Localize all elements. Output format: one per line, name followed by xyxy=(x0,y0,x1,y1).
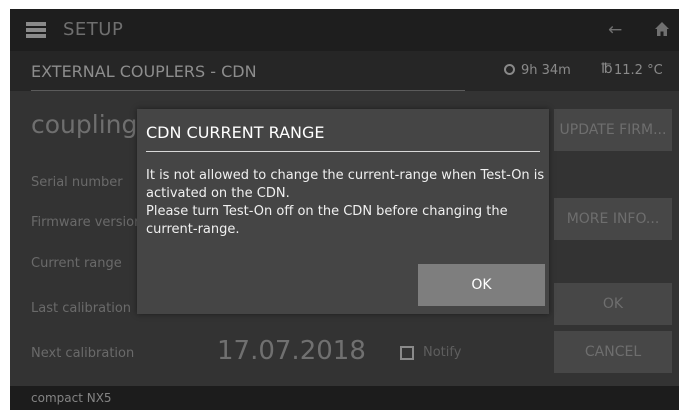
dialog-ok-button[interactable]: OK xyxy=(418,264,545,306)
current-range-label: Current range xyxy=(31,256,122,271)
clock-icon xyxy=(504,64,515,75)
next-calibration-value: 17.07.2018 xyxy=(217,336,366,366)
cdn-current-range-dialog: CDN CURRENT RANGE It is not allowed to c… xyxy=(137,109,549,314)
page-title: EXTERNAL COUPLERS - CDN xyxy=(31,62,257,81)
notify-label: Notify xyxy=(423,345,462,360)
cancel-button[interactable]: CANCEL xyxy=(554,331,672,373)
more-info-button[interactable]: MORE INFO... xyxy=(554,198,672,240)
page-header: EXTERNAL COUPLERS - CDN 9h 34m ℔ 11.2 °C xyxy=(10,51,679,91)
footer-bar: compact NX5 xyxy=(10,386,679,410)
coupling-name: coupling xyxy=(31,110,138,139)
dialog-message-line1: It is not allowed to change the current-… xyxy=(146,168,545,201)
thermometer-icon: ℔ xyxy=(601,61,613,77)
top-bar: SETUP ← xyxy=(10,9,679,51)
last-calibration-label: Last calibration xyxy=(31,301,132,316)
dialog-message: It is not allowed to change the current-… xyxy=(146,167,546,239)
dialog-message-line2: Please turn Test-On off on the CDN befor… xyxy=(146,204,508,237)
title-divider xyxy=(31,90,465,91)
dialog-divider xyxy=(146,151,540,152)
menu-icon[interactable] xyxy=(26,22,46,39)
home-icon[interactable] xyxy=(655,21,669,40)
next-calibration-label: Next calibration xyxy=(31,346,135,361)
serial-number-label: Serial number xyxy=(31,175,123,190)
dialog-title: CDN CURRENT RANGE xyxy=(146,123,325,142)
temperature-readout: 11.2 °C xyxy=(614,63,663,78)
device-model: compact NX5 xyxy=(31,391,112,405)
topbar-title: SETUP xyxy=(63,19,124,40)
notify-checkbox[interactable] xyxy=(400,346,414,360)
update-firmware-button[interactable]: UPDATE FIRM... xyxy=(554,109,672,151)
device-screen: SETUP ← EXTERNAL COUPLERS - CDN 9h 34m ℔… xyxy=(10,9,679,410)
firmware-version-label: Firmware version xyxy=(31,215,143,230)
back-arrow-icon[interactable]: ← xyxy=(608,20,622,40)
ok-side-button[interactable]: OK xyxy=(554,283,672,325)
timer-readout: 9h 34m xyxy=(521,63,571,78)
